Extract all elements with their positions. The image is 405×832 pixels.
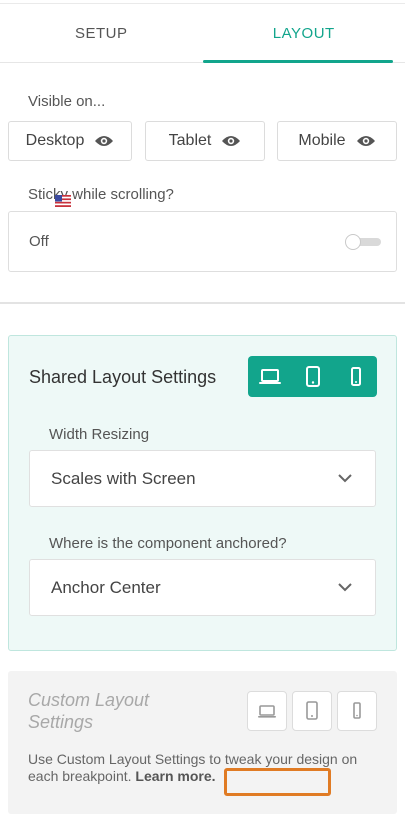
width-resizing-label: Width Resizing: [49, 426, 150, 443]
anchor-value: Anchor Center: [51, 578, 161, 597]
eye-icon: [221, 134, 241, 148]
shared-layout-panel: Shared Layout Settings Width Resizing Sc…: [8, 335, 397, 651]
chevron-down-icon: [337, 580, 353, 598]
tablet-icon[interactable]: [291, 356, 334, 397]
visible-desktop-label: Desktop: [25, 132, 85, 149]
visible-tablet-label: Tablet: [168, 132, 212, 149]
laptop-icon[interactable]: [247, 691, 287, 731]
width-resizing-select[interactable]: Scales with Screen: [29, 450, 376, 507]
tab-layout[interactable]: LAYOUT: [202, 4, 405, 63]
shared-layout-title: Shared Layout Settings: [29, 367, 217, 387]
tab-setup[interactable]: SETUP: [0, 4, 203, 62]
shared-device-switcher: [248, 356, 377, 397]
visible-mobile-label: Mobile: [298, 132, 346, 149]
visible-mobile-button[interactable]: Mobile: [277, 121, 397, 161]
visible-tablet-button[interactable]: Tablet: [145, 121, 265, 161]
sticky-setting: Off: [8, 211, 397, 272]
anchor-label: Where is the component anchored?: [49, 535, 287, 552]
us-flag-icon: [55, 195, 71, 207]
eye-icon: [356, 134, 376, 148]
custom-layout-panel: Custom Layout Settings Use Custom Layout…: [8, 671, 397, 814]
custom-layout-title: Custom Layout Settings: [28, 690, 150, 732]
mobile-icon[interactable]: [334, 356, 377, 397]
section-divider: [0, 302, 405, 304]
laptop-icon[interactable]: [248, 356, 291, 397]
learn-more-link[interactable]: Learn more.: [135, 768, 215, 784]
tablet-icon[interactable]: [292, 691, 332, 731]
sticky-value: Off: [29, 233, 49, 250]
chevron-down-icon: [337, 471, 353, 489]
sticky-toggle[interactable]: [345, 234, 381, 250]
custom-layout-description: Use Custom Layout Settings to tweak your…: [28, 751, 378, 785]
eye-icon: [94, 134, 114, 148]
width-resizing-value: Scales with Screen: [51, 469, 196, 488]
mobile-icon[interactable]: [337, 691, 377, 731]
anchor-select[interactable]: Anchor Center: [29, 559, 376, 616]
tab-bar: SETUP LAYOUT: [0, 4, 405, 63]
visible-desktop-button[interactable]: Desktop: [8, 121, 132, 161]
visible-on-label: Visible on...: [28, 93, 106, 110]
sticky-label: Sticky while scrolling?: [28, 186, 174, 203]
